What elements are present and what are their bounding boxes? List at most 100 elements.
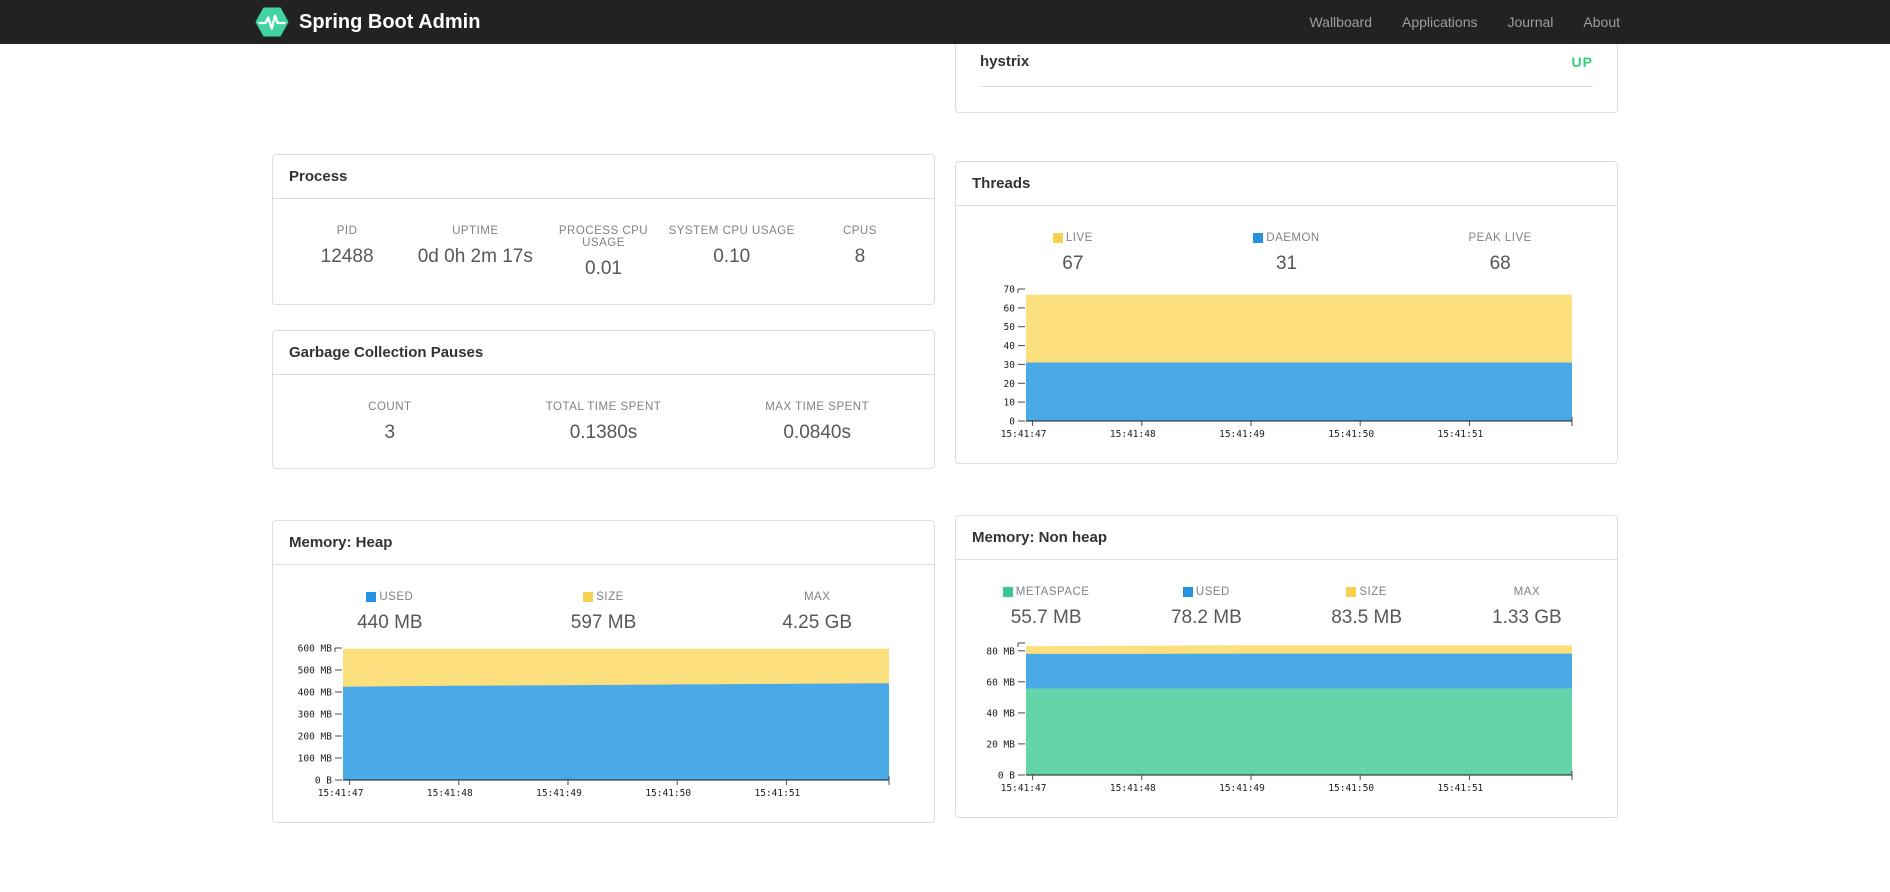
total-time-spent-stat: TOTAL TIME SPENT 0.1380s bbox=[497, 401, 711, 444]
navbar-inner: Spring Boot Admin Wallboard Applications J… bbox=[255, 0, 1635, 44]
daemon-stat: DAEMON 31 bbox=[1180, 232, 1394, 275]
stat-value: 12488 bbox=[320, 246, 374, 267]
stat-value: 1.33 GB bbox=[1492, 607, 1562, 628]
process-cpu-usage-stat: PROCESS CPU USAGE 0.01 bbox=[539, 225, 667, 280]
stat-label: SYSTEM CPU USAGE bbox=[668, 225, 795, 237]
stat-value: 68 bbox=[1489, 253, 1511, 274]
application-row[interactable]: hystrix UP bbox=[956, 53, 1617, 86]
brand-logo-icon bbox=[255, 7, 289, 37]
svg-text:15:41:48: 15:41:48 bbox=[427, 788, 473, 799]
nonheap-chart: 0 B 20 MB 40 MB 60 MB 80 MB 15:41:47 15:41:48 1… bbox=[986, 642, 1573, 794]
svg-text:500 MB: 500 MB bbox=[298, 666, 333, 677]
brand[interactable]: Spring Boot Admin bbox=[255, 7, 480, 37]
svg-text:15:41:47: 15:41:47 bbox=[1001, 783, 1047, 794]
brand-title: Spring Boot Admin bbox=[299, 10, 481, 33]
svg-text:60 MB: 60 MB bbox=[986, 677, 1015, 688]
stat-value: 0.01 bbox=[585, 258, 622, 279]
heap-chart: 0 B 100 MB 200 MB 300 MB 400 MB 500 MB 600 MB 1… bbox=[298, 644, 890, 799]
nav-link-applications[interactable]: Applications bbox=[1387, 0, 1493, 44]
nonheap-panel-title: Memory: Non heap bbox=[956, 516, 1617, 560]
svg-text:40 MB: 40 MB bbox=[986, 708, 1015, 719]
threads-panel: Threads LIVE 67 DAEMON 31 PEAK LIVE 68 0 10 20 3… bbox=[955, 161, 1618, 464]
svg-text:10: 10 bbox=[1004, 398, 1016, 409]
heap-stats-row: USED 440 MB SIZE 597 MB MAX 4.25 GB bbox=[273, 565, 934, 640]
stat-label: MAX bbox=[803, 591, 831, 603]
stat-value: 55.7 MB bbox=[1010, 607, 1082, 628]
right-column: hystrix UP Threads LIVE 67 DAEMON 31 PEAK LI… bbox=[955, 0, 1618, 823]
stat-value: 3 bbox=[384, 422, 396, 443]
svg-text:15:41:50: 15:41:50 bbox=[1328, 783, 1374, 794]
stat-value: 0.1380s bbox=[569, 422, 638, 443]
svg-text:15:41:47: 15:41:47 bbox=[1001, 429, 1047, 440]
stat-label: DAEMON bbox=[1180, 232, 1394, 244]
applications-panel-footer bbox=[956, 87, 1617, 112]
max-stat: MAX 1.33 GB bbox=[1447, 586, 1607, 629]
live-stat: LIVE 67 bbox=[966, 232, 1180, 275]
heap-panel-title: Memory: Heap bbox=[273, 521, 934, 565]
size-stat: SIZE 597 MB bbox=[497, 591, 711, 634]
uptime-stat: UPTIME 0d 0h 2m 17s bbox=[411, 225, 539, 280]
stat-value: 0.0840s bbox=[783, 422, 851, 443]
svg-text:15:41:49: 15:41:49 bbox=[1219, 429, 1265, 440]
stat-label: UPTIME bbox=[452, 225, 499, 237]
legend-swatch-icon bbox=[1182, 587, 1193, 597]
stat-label: METASPACE bbox=[966, 586, 1126, 598]
stat-value: 4.25 GB bbox=[782, 612, 853, 633]
application-name[interactable]: hystrix bbox=[980, 53, 1029, 70]
cpus-stat: CPUS 8 bbox=[796, 225, 924, 280]
stat-label: PID bbox=[336, 225, 358, 237]
svg-text:15:41:47: 15:41:47 bbox=[318, 788, 364, 799]
size-stat: SIZE 83.5 MB bbox=[1287, 586, 1447, 629]
memory-nonheap-panel: Memory: Non heap METASPACE 55.7 MB USED 78.… bbox=[955, 515, 1618, 818]
stat-value: 67 bbox=[1062, 253, 1084, 274]
svg-text:70: 70 bbox=[1004, 285, 1016, 296]
svg-text:15:41:49: 15:41:49 bbox=[1219, 783, 1265, 794]
svg-text:0 B: 0 B bbox=[315, 776, 332, 787]
svg-text:0: 0 bbox=[1009, 417, 1015, 428]
threads-panel-title: Threads bbox=[956, 162, 1617, 206]
svg-text:15:41:48: 15:41:48 bbox=[1110, 783, 1156, 794]
heap-chart-wrap: 0 B 100 MB 200 MB 300 MB 400 MB 500 MB 600 MB 1… bbox=[273, 640, 934, 822]
svg-text:0 B: 0 B bbox=[998, 771, 1015, 782]
nav-link-about[interactable]: About bbox=[1568, 0, 1635, 44]
legend-swatch-icon bbox=[1253, 233, 1264, 243]
peak-live-stat: PEAK LIVE 68 bbox=[1393, 232, 1607, 275]
status-badge: UP bbox=[1571, 53, 1593, 70]
nav-link-wallboard[interactable]: Wallboard bbox=[1294, 0, 1387, 44]
left-column: Process PID 12488 UPTIME 0d 0h 2m 17s PROCES… bbox=[272, 44, 935, 823]
stat-value: 0d 0h 2m 17s bbox=[417, 246, 533, 267]
gc-panel-title: Garbage Collection Pauses bbox=[273, 331, 934, 375]
svg-text:60: 60 bbox=[1004, 303, 1016, 314]
stat-label: SIZE bbox=[497, 591, 711, 603]
svg-text:15:41:49: 15:41:49 bbox=[536, 788, 582, 799]
stat-label: MAX TIME SPENT bbox=[765, 401, 870, 413]
svg-text:30: 30 bbox=[1004, 360, 1016, 371]
nav-link-journal[interactable]: Journal bbox=[1492, 0, 1568, 44]
memory-heap-panel: Memory: Heap USED 440 MB SIZE 597 MB MAX 4.25… bbox=[272, 520, 935, 823]
svg-text:400 MB: 400 MB bbox=[298, 688, 333, 699]
svg-text:15:41:50: 15:41:50 bbox=[645, 788, 691, 799]
svg-text:15:41:50: 15:41:50 bbox=[1328, 429, 1374, 440]
svg-text:80 MB: 80 MB bbox=[986, 646, 1015, 657]
stat-label: SIZE bbox=[1287, 586, 1447, 598]
count-stat: COUNT 3 bbox=[283, 401, 497, 444]
svg-text:600 MB: 600 MB bbox=[298, 644, 333, 655]
gc-stats-row: COUNT 3 TOTAL TIME SPENT 0.1380s MAX TIME SP… bbox=[273, 375, 934, 468]
max-time-spent-stat: MAX TIME SPENT 0.0840s bbox=[710, 401, 924, 444]
stat-value: 31 bbox=[1275, 253, 1298, 274]
svg-text:50: 50 bbox=[1004, 322, 1016, 333]
stat-value: 8 bbox=[854, 246, 866, 267]
nonheap-chart-wrap: 0 B 20 MB 40 MB 60 MB 80 MB 15:41:47 15:41:48 1… bbox=[956, 635, 1617, 817]
svg-text:40: 40 bbox=[1004, 341, 1016, 352]
stat-label: PROCESS CPU USAGE bbox=[558, 225, 649, 249]
gc-pauses-panel: Garbage Collection Pauses COUNT 3 TOTAL TI… bbox=[272, 330, 935, 469]
stat-label: USED bbox=[283, 591, 497, 603]
svg-text:20: 20 bbox=[1004, 379, 1016, 390]
threads-stats-row: LIVE 67 DAEMON 31 PEAK LIVE 68 bbox=[956, 206, 1617, 281]
nonheap-stats-row: METASPACE 55.7 MB USED 78.2 MB SIZE 83.5 MB MA… bbox=[956, 560, 1617, 635]
svg-text:15:41:51: 15:41:51 bbox=[1438, 783, 1484, 794]
stat-label: CPUS bbox=[842, 225, 877, 237]
legend-swatch-icon bbox=[1052, 233, 1063, 243]
process-panel: Process PID 12488 UPTIME 0d 0h 2m 17s PROCES… bbox=[272, 154, 935, 305]
svg-text:20 MB: 20 MB bbox=[986, 739, 1015, 750]
